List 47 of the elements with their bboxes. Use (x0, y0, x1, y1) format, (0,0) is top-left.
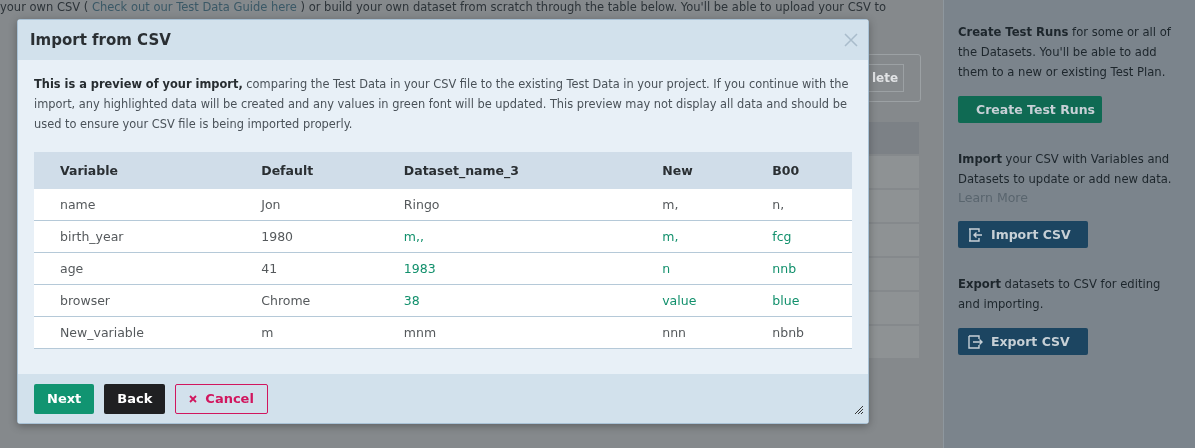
table-cell: browser (34, 284, 236, 317)
table-cell: Jon (235, 189, 378, 221)
column-header: New (636, 152, 747, 189)
section-text: Export datasets to CSV for editing and importing. (958, 276, 1162, 313)
table-cell: 1980 (235, 220, 378, 253)
table-cell: Ringo (377, 189, 637, 221)
next-button[interactable]: Next (34, 383, 95, 414)
section-text: Create Test Runs for some or all of the Datasets. You'll be able to add them to a new or existing Test Plan. (958, 24, 1172, 81)
table-cell: m, (636, 220, 747, 253)
table-cell: nnn (636, 316, 747, 349)
close-icon (189, 394, 198, 403)
table-cell: m, (636, 189, 747, 221)
table-cell: blue (746, 284, 852, 317)
table-cell: n (636, 252, 747, 285)
table-cell: birth_year (34, 220, 236, 253)
back-button[interactable]: Back (104, 383, 166, 414)
column-header: B00 (746, 152, 852, 189)
table-cell: nnb (746, 252, 852, 285)
column-header: Variable (34, 152, 236, 189)
table-cell: m,, (377, 220, 637, 253)
table-cell: fcg (746, 220, 852, 253)
intro-text: your own CSV ( Check out our Test Data Guide here ) or build your own dataset from scratch through the table below. You'll be able to upload your CSV to (0, 0, 888, 14)
table-cell: New_variable (34, 316, 236, 349)
resize-handle-icon[interactable] (852, 403, 864, 415)
import-button[interactable]: Import CSV (958, 221, 1088, 248)
table-cell: mnm (377, 316, 637, 349)
table-cell: 38 (377, 284, 637, 317)
table-cell: age (34, 252, 236, 285)
guide-link[interactable]: Check out our Test Data Guide here (91, 0, 297, 14)
table-cell: value (636, 284, 747, 317)
table-cell: Chrome (235, 284, 378, 317)
create-runs-button[interactable]: Create Test Runs (958, 96, 1102, 123)
dialog-title: Import from CSV (30, 31, 171, 49)
import-icon (968, 227, 983, 242)
export-button[interactable]: Export CSV (958, 328, 1088, 355)
export-icon (968, 334, 983, 349)
table-cell: name (34, 189, 236, 221)
table-cell: n, (746, 189, 852, 221)
table-cell: 41 (235, 252, 378, 285)
table-cell: m (235, 316, 378, 349)
column-header: Dataset_name_3 (377, 152, 637, 189)
cancel-button[interactable]: Cancel (175, 383, 268, 414)
column-header: Default (235, 152, 378, 189)
table-cell: nbnb (746, 316, 852, 349)
table-cell: 1983 (377, 252, 637, 285)
preview-description: This is a preview of your import, comparing the Test Data in your CSV file to the existing Test Data in your project. If you continue with the import, any highlighted data will be created and any values in green font will be updated. This preview may not display all data and should be used to ensure your CSV file is being imported properly. (34, 76, 850, 133)
section-text: Import your CSV with Variables and Datasets to update or add new data. (958, 151, 1173, 188)
